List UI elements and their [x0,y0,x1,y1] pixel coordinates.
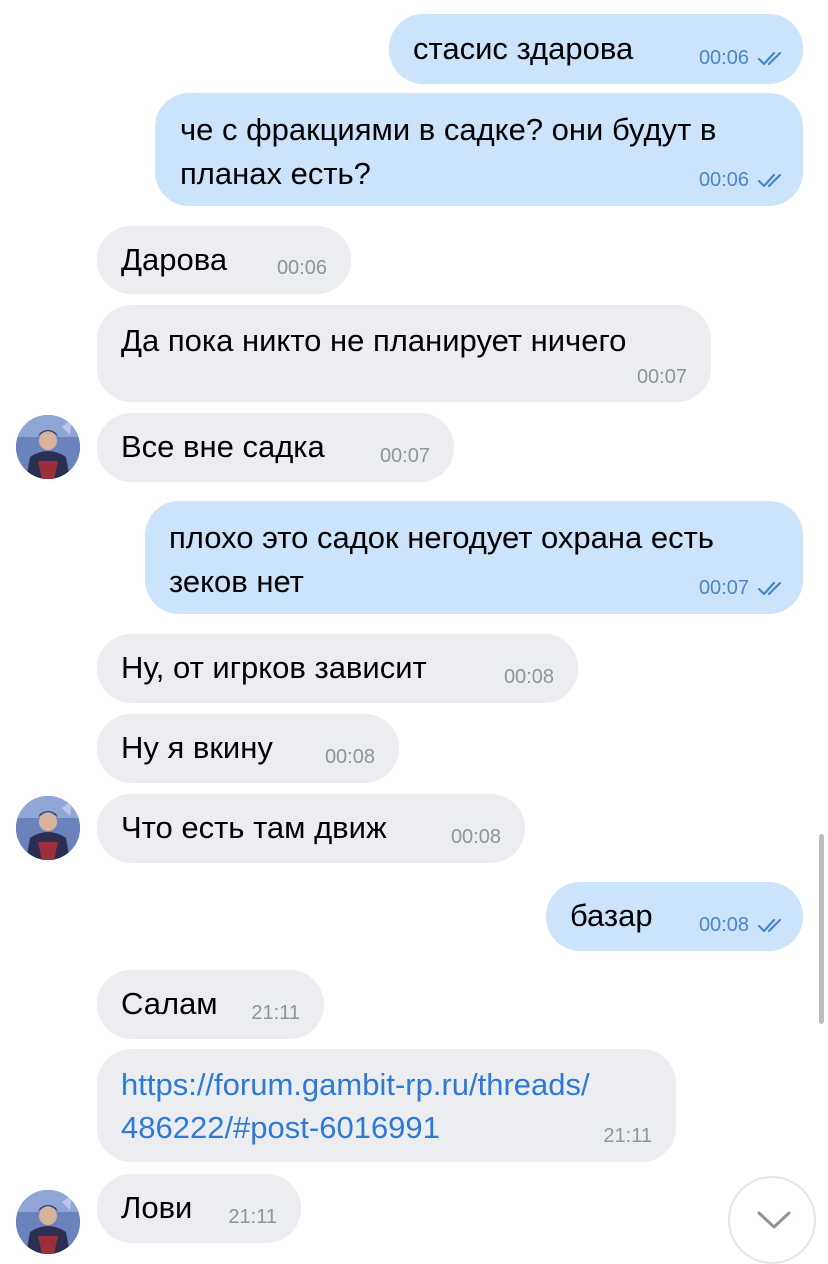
message-meta: 00:08 [451,825,501,849]
double-check-icon [757,51,782,66]
message-text: стасис здарова [413,31,634,66]
avatar-image [16,796,80,860]
message-text: Что есть там движ [121,810,387,845]
message-meta: 00:06 [277,256,327,280]
contact-avatar[interactable] [16,796,80,860]
double-check-icon [757,918,782,933]
message-meta: 21:11 [251,1001,300,1025]
message-time: 00:07 [379,445,430,467]
message-meta: 00:07 [637,365,687,389]
message-bubble-outgoing[interactable]: плохо это садок негодует охрана есть зек… [145,501,803,614]
message-bubble-outgoing[interactable]: стасис здарова 00:06 [389,14,803,84]
message-time: 00:07 [636,366,687,388]
message-time: 21:11 [228,1206,277,1228]
message-text: Ну я вкину [121,730,273,765]
message-time: 00:06 [698,169,749,191]
scroll-down-button[interactable] [728,1176,816,1264]
message-text: Все вне садка [121,429,325,464]
message-meta: 00:08 [504,665,554,689]
avatar-image [16,1190,80,1254]
contact-avatar[interactable] [16,1190,80,1254]
message-bubble-incoming[interactable]: Что есть там движ 00:08 [97,794,525,863]
message-meta: 00:06 [699,168,787,192]
message-text: Да пока никто не планирует ничего [121,323,627,358]
message-link[interactable]: 486222/#post-6016991 [121,1106,440,1150]
message-meta: 21:11 [603,1124,652,1148]
message-time: 00:08 [698,914,749,936]
double-check-icon [757,173,782,188]
message-bubble-incoming[interactable]: Ну я вкину 00:08 [97,714,399,783]
message-text: Дарова [121,242,228,277]
message-text-line: че с фракциями в садке? они будут в [180,112,717,147]
message-bubble-incoming[interactable]: Да пока никто не планирует ничего 00:07 [97,305,711,402]
message-meta: 21:11 [228,1205,277,1229]
chevron-down-icon [757,1211,791,1229]
message-time: 00:07 [698,577,749,599]
message-time: 00:08 [503,666,554,688]
message-link[interactable]: https://forum.gambit-rp.ru/threads/ [121,1063,590,1107]
message-bubble-incoming[interactable]: Все вне садка 00:07 [97,413,454,482]
avatar-image [16,415,80,479]
message-bubble-outgoing[interactable]: че с фракциями в садке? они будут в план… [155,93,803,206]
contact-avatar[interactable] [16,415,80,479]
message-meta: 00:07 [380,444,430,468]
message-bubble-incoming[interactable]: Ну, от игрков зависит 00:08 [97,634,578,703]
message-text-line: зеков нет [169,564,304,599]
scrollbar-thumb[interactable] [819,834,824,1024]
message-time: 00:08 [324,746,375,768]
message-bubble-outgoing[interactable]: базар 00:08 [546,882,803,951]
message-time: 00:06 [276,257,327,279]
message-meta: 00:08 [325,745,375,769]
message-text-line: плохо это садок негодует охрана есть [169,520,714,555]
message-time: 00:06 [698,47,749,69]
double-check-icon [757,581,782,596]
message-bubble-incoming[interactable]: https://forum.gambit-rp.ru/threads/ 4862… [97,1049,676,1162]
message-meta: 00:08 [699,913,787,937]
message-meta: 00:07 [699,576,787,600]
message-time: 00:08 [450,826,501,848]
message-text-line: планах есть? [180,156,371,191]
message-time: 21:11 [251,1002,300,1024]
message-text: Салам [121,986,218,1021]
message-text: Лови [121,1190,193,1225]
message-bubble-incoming[interactable]: Дарова 00:06 [97,226,351,294]
message-time: 21:11 [603,1125,652,1147]
message-bubble-incoming[interactable]: Салам 21:11 [97,970,324,1039]
message-text: Ну, от игрков зависит [121,650,427,685]
message-text: базар [570,898,653,933]
message-bubble-incoming[interactable]: Лови 21:11 [97,1174,301,1243]
message-meta: 00:06 [699,46,787,70]
